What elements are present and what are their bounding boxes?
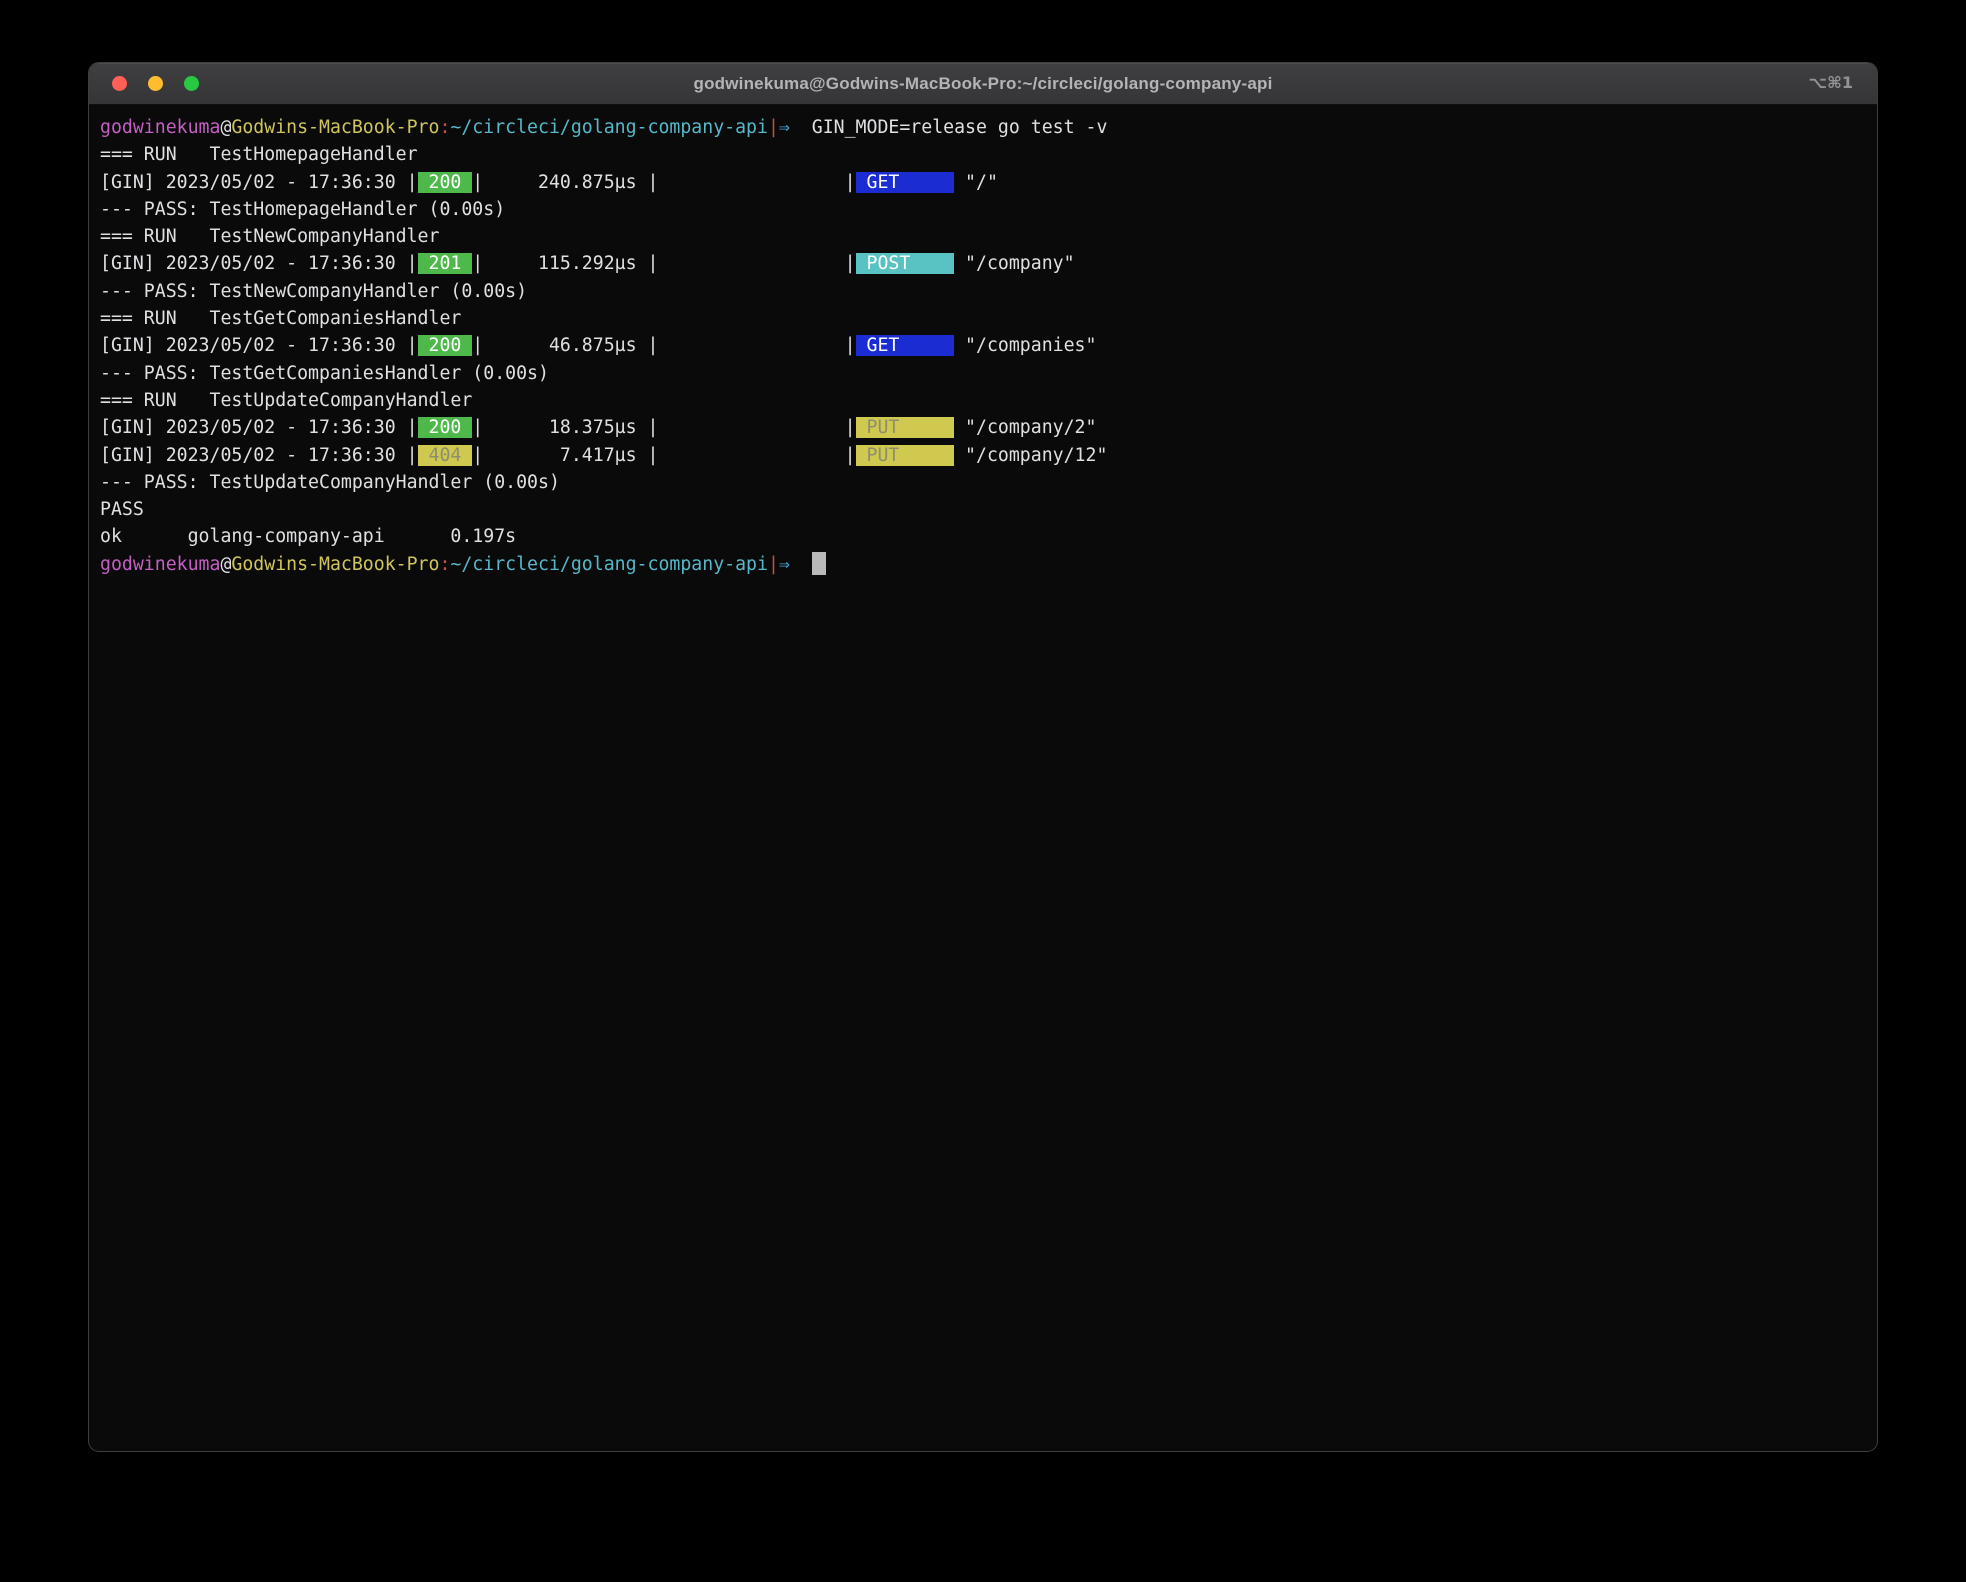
http-method-badge: POST xyxy=(856,253,955,274)
terminal-output[interactable]: godwinekuma@Godwins-MacBook-Pro:~/circle… xyxy=(89,105,1877,578)
close-button[interactable] xyxy=(112,76,127,91)
terminal-line: === RUN TestGetCompaniesHandler xyxy=(100,305,1877,332)
prompt-at: @ xyxy=(220,117,231,138)
http-method-badge: PUT xyxy=(856,417,955,438)
terminal-line: --- PASS: TestNewCompanyHandler (0.00s) xyxy=(100,278,1877,305)
prompt-user: godwinekuma xyxy=(100,117,220,138)
prompt-colon: : xyxy=(439,117,450,138)
minimize-button[interactable] xyxy=(148,76,163,91)
terminal-line: [GIN] 2023/05/02 - 17:36:30 | 201 | 115.… xyxy=(100,250,1877,277)
test-pass: --- PASS: TestNewCompanyHandler (0.00s) xyxy=(100,281,527,302)
gin-log-prefix: [GIN] 2023/05/02 - 17:36:30 | xyxy=(100,335,418,356)
test-pass: --- PASS: TestHomepageHandler (0.00s) xyxy=(100,199,505,220)
terminal-line: godwinekuma@Godwins-MacBook-Pro:~/circle… xyxy=(100,114,1877,141)
status-badge: 200 xyxy=(418,172,473,193)
request-path: "/companies" xyxy=(954,335,1096,356)
window-shortcut-badge: ⌥⌘1 xyxy=(1809,73,1853,92)
prompt-host: Godwins-MacBook-Pro xyxy=(231,554,439,575)
prompt-spacer xyxy=(790,554,812,575)
package-result: ok golang-company-api 0.197s xyxy=(100,526,516,547)
gin-log-latency: | 46.875µs | | xyxy=(472,335,855,356)
terminal-line: [GIN] 2023/05/02 - 17:36:30 | 200 | 240.… xyxy=(100,169,1877,196)
request-path: "/company" xyxy=(954,253,1074,274)
terminal-line: --- PASS: TestHomepageHandler (0.00s) xyxy=(100,196,1877,223)
prompt-path: ~/circleci/golang-company-api xyxy=(450,554,768,575)
request-path: "/company/12" xyxy=(954,445,1107,466)
gin-log-latency: | 115.292µs | | xyxy=(472,253,855,274)
prompt-arrow: ⇒ xyxy=(779,554,790,575)
http-method-badge: GET xyxy=(856,172,955,193)
status-badge: 404 xyxy=(418,445,473,466)
terminal-line: === RUN TestHomepageHandler xyxy=(100,141,1877,168)
gin-log-prefix: [GIN] 2023/05/02 - 17:36:30 | xyxy=(100,445,418,466)
prompt-user: godwinekuma xyxy=(100,554,220,575)
terminal-line: godwinekuma@Godwins-MacBook-Pro:~/circle… xyxy=(100,551,1877,578)
prompt-pipe: | xyxy=(768,554,779,575)
gin-log-latency: | 18.375µs | | xyxy=(472,417,855,438)
prompt-colon: : xyxy=(439,554,450,575)
terminal-line: [GIN] 2023/05/02 - 17:36:30 | 404 | 7.41… xyxy=(100,442,1877,469)
terminal-line: [GIN] 2023/05/02 - 17:36:30 | 200 | 46.8… xyxy=(100,332,1877,359)
status-badge: 201 xyxy=(418,253,473,274)
prompt-path: ~/circleci/golang-company-api xyxy=(450,117,768,138)
test-summary: PASS xyxy=(100,499,144,520)
terminal-line: --- PASS: TestUpdateCompanyHandler (0.00… xyxy=(100,469,1877,496)
prompt-pipe: | xyxy=(768,117,779,138)
terminal-window: godwinekuma@Godwins-MacBook-Pro:~/circle… xyxy=(88,62,1878,1452)
prompt-arrow: ⇒ xyxy=(779,117,790,138)
gin-log-latency: | 7.417µs | | xyxy=(472,445,855,466)
status-badge: 200 xyxy=(418,417,473,438)
prompt-host: Godwins-MacBook-Pro xyxy=(231,117,439,138)
test-pass: --- PASS: TestUpdateCompanyHandler (0.00… xyxy=(100,472,560,493)
gin-log-prefix: [GIN] 2023/05/02 - 17:36:30 | xyxy=(100,172,418,193)
http-method-badge: PUT xyxy=(856,445,955,466)
test-run: === RUN TestUpdateCompanyHandler xyxy=(100,390,472,411)
title-bar[interactable]: godwinekuma@Godwins-MacBook-Pro:~/circle… xyxy=(89,63,1877,105)
request-path: "/" xyxy=(954,172,998,193)
traffic-lights xyxy=(112,76,199,91)
gin-log-prefix: [GIN] 2023/05/02 - 17:36:30 | xyxy=(100,417,418,438)
test-run: === RUN TestNewCompanyHandler xyxy=(100,226,439,247)
cursor xyxy=(812,552,826,575)
terminal-line: === RUN TestNewCompanyHandler xyxy=(100,223,1877,250)
prompt-at: @ xyxy=(220,554,231,575)
terminal-line: --- PASS: TestGetCompaniesHandler (0.00s… xyxy=(100,360,1877,387)
terminal-line: [GIN] 2023/05/02 - 17:36:30 | 200 | 18.3… xyxy=(100,414,1877,441)
request-path: "/company/2" xyxy=(954,417,1096,438)
terminal-line: PASS xyxy=(100,496,1877,523)
window-title: godwinekuma@Godwins-MacBook-Pro:~/circle… xyxy=(89,74,1877,94)
test-pass: --- PASS: TestGetCompaniesHandler (0.00s… xyxy=(100,363,549,384)
terminal-line: ok golang-company-api 0.197s xyxy=(100,523,1877,550)
terminal-line: === RUN TestUpdateCompanyHandler xyxy=(100,387,1877,414)
status-badge: 200 xyxy=(418,335,473,356)
test-run: === RUN TestHomepageHandler xyxy=(100,144,418,165)
test-run: === RUN TestGetCompaniesHandler xyxy=(100,308,461,329)
command: GIN_MODE=release go test -v xyxy=(790,117,1108,138)
gin-log-latency: | 240.875µs | | xyxy=(472,172,855,193)
http-method-badge: GET xyxy=(856,335,955,356)
gin-log-prefix: [GIN] 2023/05/02 - 17:36:30 | xyxy=(100,253,418,274)
zoom-button[interactable] xyxy=(184,76,199,91)
